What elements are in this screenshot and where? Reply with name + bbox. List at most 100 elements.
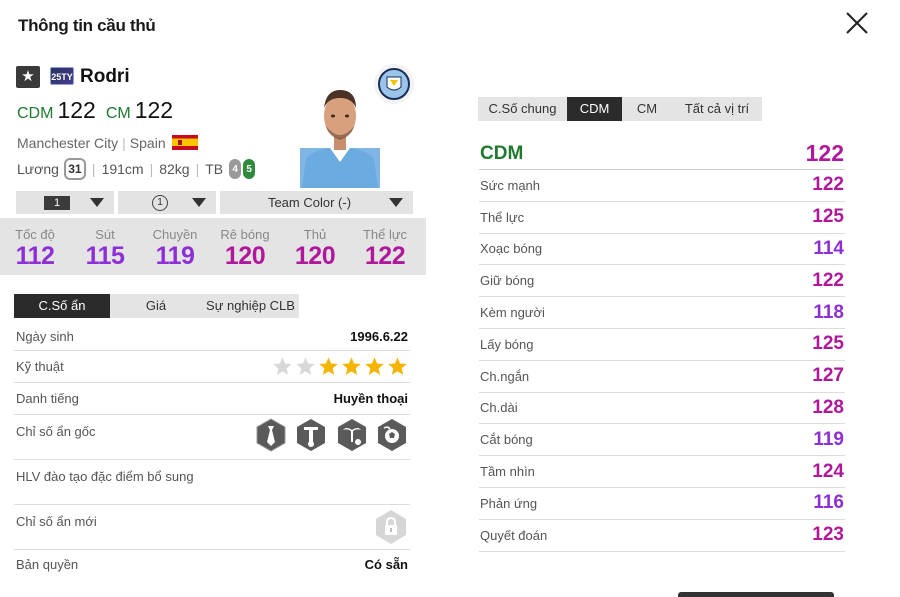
chevron-down-icon — [192, 198, 206, 207]
detail-stat-row: Cắt bóng 119 — [479, 424, 845, 457]
star-empty-icon — [273, 357, 292, 375]
main-stat: Thủ 120 — [294, 227, 336, 270]
main-stat: Sút 115 — [85, 227, 125, 270]
upgrade-selector[interactable]: 1 — [16, 191, 114, 214]
tie-trait-icon[interactable] — [255, 417, 287, 452]
tab-general-stats[interactable]: C.Số chung — [478, 97, 567, 121]
position-1: CDM — [17, 105, 54, 122]
level-chip: 1 — [152, 194, 168, 211]
detail-stat-label: Quyết đoán — [480, 527, 548, 543]
strong-foot-icon: 5 — [243, 159, 256, 179]
skill-row: Kỹ thuật — [14, 351, 410, 383]
detail-stat-value: 125 — [812, 333, 844, 355]
detail-stat-label: Ch.ngắn — [480, 368, 530, 384]
player-photo — [300, 90, 380, 188]
detail-stat-value: 123 — [812, 524, 844, 546]
detail-stat-value: 125 — [812, 206, 844, 228]
detail-stat-label: Tầm nhìn — [480, 464, 535, 480]
position-2: CM — [105, 105, 131, 122]
star-filled-icon — [342, 357, 361, 375]
main-stat: Thể lực 122 — [362, 227, 408, 270]
detail-stat-value: 128 — [812, 396, 844, 418]
main-stat: Rê bóng 120 — [220, 227, 270, 270]
detail-stat-row: Quyết đoán 123 — [479, 520, 845, 552]
detail-stat-row: Xoạc bóng 114 — [479, 234, 845, 266]
tab-hidden-stats[interactable]: C.Số ẩn — [14, 294, 110, 318]
favorite-star-icon[interactable]: ★ — [16, 66, 40, 88]
salary-label: Lương — [17, 161, 59, 177]
position-ratings: CDM 122 CM 122 — [17, 97, 173, 124]
team-color-selector[interactable]: Team Color (-) — [220, 191, 413, 214]
bench-trait-icon[interactable] — [295, 418, 327, 452]
star-empty-icon — [296, 357, 315, 375]
detail-stat-value: 114 — [813, 237, 844, 259]
weight: 82kg — [159, 161, 190, 177]
team-color-label: Team Color (-) — [267, 195, 352, 210]
page-title: Thông tin cầu thủ — [18, 16, 156, 35]
license-value: Có sẵn — [364, 556, 408, 572]
detail-stat-row: Kèm người 118 — [479, 297, 845, 329]
height: 191cm — [101, 161, 144, 177]
reputation-value: Huyền thoại — [333, 391, 408, 406]
position-1-ovr: 122 — [57, 97, 96, 123]
player-name: Rodri — [80, 66, 130, 87]
detail-stat-row: Thể lực 125 — [479, 202, 845, 234]
star-filled-icon — [365, 357, 384, 375]
body-type: TB — [205, 161, 224, 177]
position-2-ovr: 122 — [134, 97, 174, 123]
main-stats: Tốc độ 112 Sút 115 Chuyền 119 Rê bóng 120 Th… — [0, 218, 426, 275]
trait-icons — [251, 417, 408, 457]
tab-all-positions[interactable]: Tất cả vị trí — [672, 97, 762, 121]
skill-stars — [272, 356, 408, 377]
detail-header: CDM 122 — [479, 138, 845, 170]
chevron-down-icon — [389, 198, 403, 207]
lock-icon[interactable] — [374, 509, 408, 545]
club-line: Manchester City | Spain — [17, 135, 198, 151]
level-selector[interactable]: 1 — [118, 191, 216, 214]
chevron-down-icon — [90, 198, 104, 207]
detail-stat-row: Tầm nhìn 124 — [479, 456, 845, 488]
detail-stat-value: 122 — [812, 269, 844, 291]
detail-stat-value: 118 — [813, 301, 844, 323]
nation-name: Spain — [129, 135, 166, 151]
main-stat: Chuyền 119 — [152, 227, 198, 270]
detail-stat-value: 124 — [812, 460, 844, 482]
tab-cdm[interactable]: CDM — [567, 97, 622, 121]
license-row: Bản quyền Có sẵn — [16, 556, 408, 572]
detail-stat-label: Ch.dài — [480, 400, 518, 416]
physical-line: Lương 31 | 191cm | 82kg | TB 4 5 — [17, 158, 256, 180]
coach-row: HLV đào tạo đặc điểm bổ sung — [14, 460, 410, 505]
upgrade-chip: 1 — [44, 195, 70, 210]
detail-stat-label: Lấy bóng — [480, 336, 534, 352]
detail-stat-label: Cắt bóng — [480, 432, 533, 448]
club-name: Manchester City — [17, 135, 119, 151]
detail-stat-label: Sức mạnh — [480, 177, 541, 193]
tab-price[interactable]: Giá — [110, 294, 202, 318]
star-filled-icon — [388, 357, 407, 375]
ball-trait-icon[interactable] — [376, 418, 408, 452]
detail-stat-row: Lấy bóng 125 — [479, 329, 845, 361]
palm-trait-icon[interactable] — [336, 418, 368, 452]
detail-overall: 122 — [805, 140, 844, 166]
detail-stat-row: Ch.dài 128 — [479, 393, 845, 425]
tab-cm[interactable]: CM — [622, 97, 672, 121]
detail-stat-row: Phản ứng 116 — [479, 488, 845, 520]
season-badge-icon: 25TY — [50, 67, 74, 85]
star-filled-icon — [319, 357, 338, 375]
close-icon[interactable] — [842, 8, 872, 38]
weak-foot-icon: 4 — [229, 159, 242, 179]
detail-stat-value: 122 — [812, 174, 844, 196]
main-stat: Tốc độ 112 — [15, 227, 55, 270]
scrollbar[interactable] — [678, 592, 834, 597]
detail-stat-label: Giữ bóng — [480, 273, 535, 289]
detail-position: CDM — [480, 142, 524, 164]
salary-badge: 31 — [63, 158, 86, 180]
detail-stat-value: 119 — [813, 428, 844, 450]
tab-club-career[interactable]: Sự nghiệp CLB — [202, 294, 299, 318]
position-tabs: C.Số chung CDM CM Tất cả vị trí — [478, 97, 762, 121]
reputation-row: Danh tiếng Huyền thoại — [14, 383, 410, 415]
dob-value: 1996.6.22 — [350, 328, 408, 344]
traits-row: Chỉ số ẩn gốc — [14, 415, 410, 460]
dob-row: Ngày sinh 1996.6.22 — [14, 322, 410, 351]
detail-stat-label: Phản ứng — [480, 495, 538, 511]
